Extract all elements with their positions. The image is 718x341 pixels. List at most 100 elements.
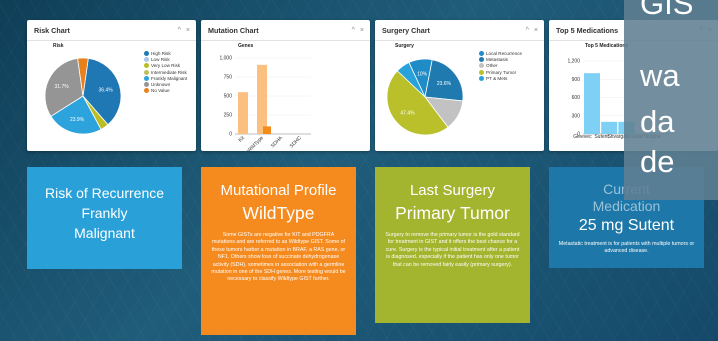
legend-swatch [144,69,149,75]
y-tick-label: 600 [572,95,581,101]
legend-item[interactable]: Metastasis [479,57,539,63]
panel-title: Surgery Chart [382,25,430,35]
legend-item[interactable]: Other [479,63,539,69]
legend-swatch [479,63,484,69]
overlay-line: da [640,104,675,139]
legend-item[interactable]: Primary Tumor [479,69,539,75]
tile-line: Mutational Profile [220,182,337,199]
mutation-bar-svg: 0 250 500 750 1,000 Kit WildType SDHA SDHC [219,56,311,151]
legend-swatch [479,51,484,56]
legend-label: Primary Tumor [486,69,517,75]
x-tick-label: WildType [246,135,265,151]
slice-label: 47.4% [400,111,415,117]
risk-pie-svg: 36.4% 23.9% 31.7% [44,57,122,135]
mutation-tile[interactable]: Mutational Profile WildType Some GISTs a… [201,167,356,335]
legend-item[interactable]: Very Low Risk [144,63,194,69]
surgery-tile[interactable]: Last Surgery Primary Tumor Surgery to re… [375,167,530,323]
legend-item[interactable]: Frankly Malignant [144,75,194,81]
risk-chart-panel: Risk Chart ^ × Risk 36.4% 23.9% 31.7% High… [27,20,196,151]
x-tick-label: Gleevec [573,134,592,140]
slice-label: 36.4% [98,87,113,93]
tile-line: Risk of Recurrence [44,185,165,201]
bar[interactable] [257,64,267,134]
legend-swatch [479,69,484,75]
panel-header: Surgery Chart ^ × [375,20,544,41]
legend-swatch [144,82,149,88]
legend-item[interactable]: Low Risk [144,57,194,63]
legend-item[interactable]: High Risk [144,51,194,56]
bar[interactable] [584,73,600,134]
collapse-icon[interactable]: ^ [352,27,355,34]
tile-description: Some GISTs are negative for KIT and PDGF… [211,232,346,283]
mutation-chart: Genes 0 250 500 750 1,000 Kit WildType SDHA SDHC [201,41,370,151]
tile-line: Malignant [74,225,135,241]
legend-label: Frankly Malignant [151,75,188,81]
risk-chart: Risk 36.4% 23.9% 31.7% High Risk Low Risk Ve… [27,41,196,151]
risk-tile[interactable]: Risk of Recurrence Frankly Malignant [27,167,182,269]
legend-swatch [144,63,149,69]
x-tick-label: Kit [238,135,247,144]
collapse-icon[interactable]: ^ [178,27,181,34]
legend-item[interactable]: Unknown [144,82,194,88]
bar[interactable] [238,92,248,134]
panel-title: Risk Chart [34,25,70,35]
legend-label: Other [486,63,498,69]
legend-item[interactable]: PT & Mets [479,75,539,81]
surgery-chart-panel: Surgery Chart ^ × Surgery 10% 23.6% 47.4% … [375,20,544,151]
y-tick-label: 250 [224,113,233,119]
legend-label: No Value [151,88,170,94]
overlay-line: wa [640,58,680,93]
legend-swatch [144,75,149,81]
slice-label: 23.6% [437,81,452,87]
surgery-pie-svg: 10% 23.6% 47.4% [386,58,464,136]
legend-label: Unknown [151,82,171,88]
legend-swatch [144,51,149,56]
legend-label: High Risk [151,51,171,56]
x-tick-label: SDHA [270,135,285,150]
y-tick-label: 1,000 [219,56,232,62]
y-tick-label: 300 [572,113,581,119]
y-tick-label: 750 [224,75,233,81]
legend-label: Local Recurrence [486,51,523,56]
legend-item[interactable]: No Value [144,88,194,94]
bar[interactable] [263,126,271,134]
info-overlay: GIS wa da de [624,0,718,200]
legend-item[interactable]: Local Recurrence [479,51,539,56]
legend-label: PT & Mets [486,75,508,81]
legend-swatch [479,75,484,81]
close-icon[interactable]: × [534,27,538,34]
legend-label: Low Risk [151,57,170,63]
y-tick-label: 900 [572,77,581,83]
collapse-icon[interactable]: ^ [526,27,529,34]
y-tick-label: 500 [224,94,233,100]
mutation-chart-panel: Mutation Chart ^ × Genes 0 250 500 750 1,000… [201,20,370,151]
panel-header: Risk Chart ^ × [27,20,196,41]
bar[interactable] [601,121,618,134]
surgery-chart: Surgery 10% 23.6% 47.4% Local Recurrence Me… [375,41,544,151]
x-tick-label: SDHC [289,135,304,150]
overlay-line: de [640,144,675,179]
slice-label: 31.7% [55,84,70,90]
tile-line: 25 mg Sutent [578,217,675,234]
tile-line: Last Surgery [409,182,496,199]
tile-line: WildType [242,203,315,223]
slice-label: 10% [417,72,428,78]
legend-swatch [144,57,149,63]
legend-item[interactable]: Intermediate Risk [144,69,194,75]
panel-title: Mutation Chart [208,25,259,35]
legend-swatch [144,88,149,94]
legend-label: Metastasis [486,57,508,63]
tile-line: Medication [592,198,661,214]
close-icon[interactable]: × [360,27,364,34]
tile-description: Surgery to remove the primary tumor is t… [385,232,520,268]
overlay-line: GIS [640,0,694,21]
legend-swatch [479,57,484,63]
close-icon[interactable]: × [186,27,190,34]
risk-legend: High Risk Low Risk Very Low Risk Intermedia… [144,51,194,94]
tile-description: Metastatic treatment is for patients wit… [558,241,695,255]
tile-line: Primary Tumor [395,203,510,223]
legend-label: Very Low Risk [151,63,181,69]
tile-line: Frankly [81,205,128,221]
slice-label: 23.9% [70,117,85,123]
legend-label: Intermediate Risk [151,69,187,75]
